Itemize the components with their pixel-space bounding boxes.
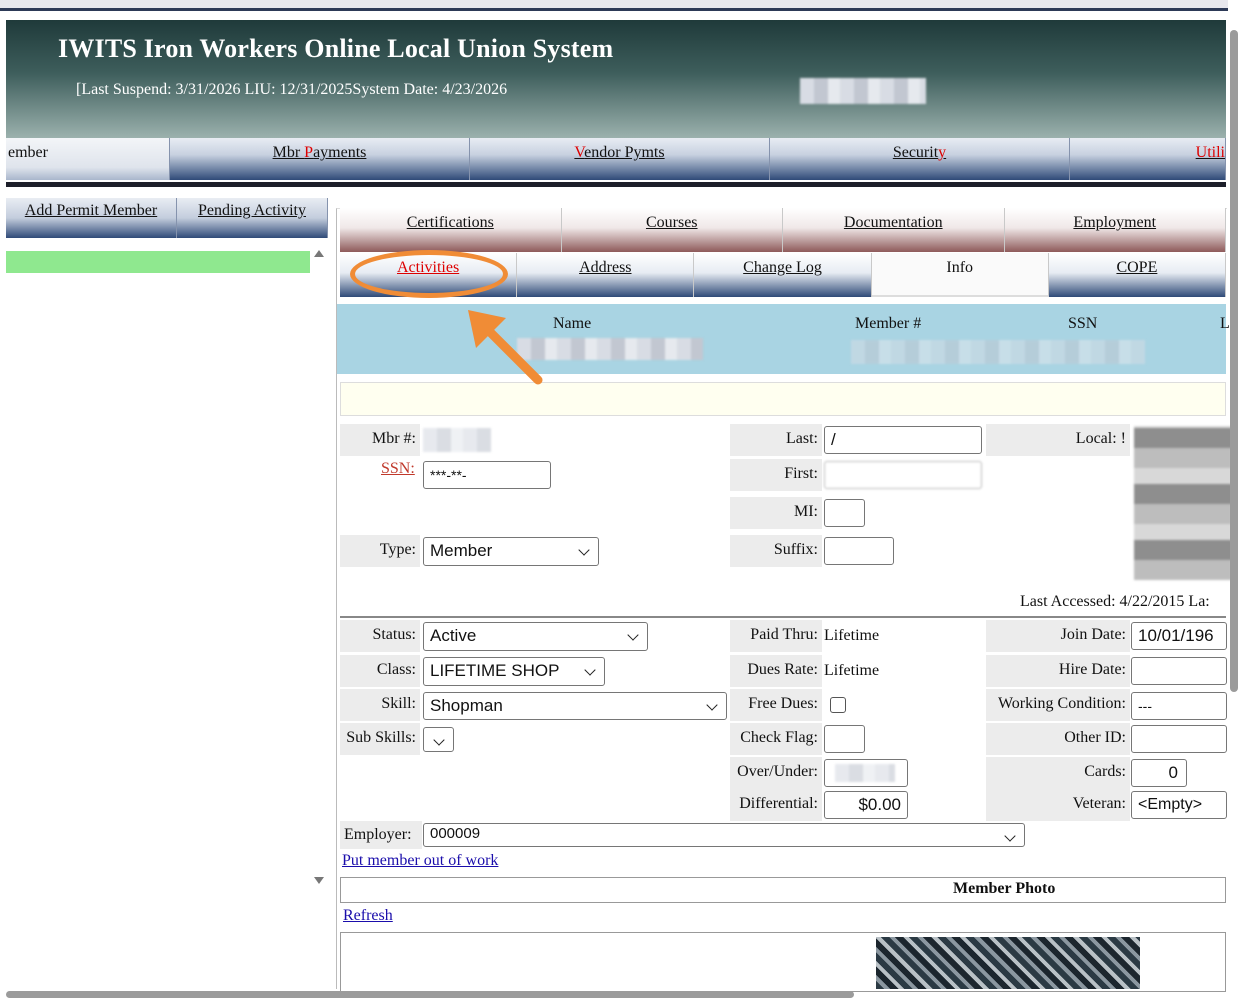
col-name: Name [553, 315, 592, 332]
cards-field[interactable]: 0 [1131, 759, 1187, 787]
put-out-of-work-link[interactable]: Put member out of work [342, 846, 498, 876]
first-label: First: [730, 459, 822, 491]
col-member-no: Member # [855, 315, 922, 332]
tab-cope[interactable]: COPE [1048, 253, 1227, 297]
class-label: Class: [340, 655, 420, 687]
cards-label: Cards: [986, 757, 1130, 789]
redacted-member-info [851, 340, 1145, 364]
mbr-payments-link[interactable]: Mbr Payments [273, 144, 367, 161]
sub-skills-select[interactable] [423, 727, 454, 752]
suffix-label: Suffix: [730, 535, 822, 567]
check-flag-field[interactable] [824, 725, 865, 753]
detail-tabs-row-1: Certifications Courses Documentation Emp… [340, 208, 1226, 252]
member-photo [876, 937, 1140, 989]
section-divider [340, 616, 1226, 618]
free-dues-label: Free Dues: [730, 689, 822, 721]
app-header: IWITS Iron Workers Online Local Union Sy… [6, 20, 1226, 138]
nav-tab-utilities[interactable]: Utili [1070, 138, 1226, 180]
app-title: IWITS Iron Workers Online Local Union Sy… [58, 34, 614, 63]
local-label: Local: ! [986, 424, 1130, 456]
differential-field[interactable]: $0.00 [824, 791, 908, 819]
vertical-scrollbar[interactable] [1230, 30, 1238, 692]
last-label: Last: [730, 424, 822, 456]
ssn-label[interactable]: SSN: [381, 454, 415, 484]
highlight-ellipse [350, 250, 508, 298]
mi-field[interactable] [824, 499, 865, 527]
system-dates: [Last Suspend: 3/31/2026 LIU: 12/31/2025… [76, 81, 508, 98]
first-name-field[interactable] [824, 461, 982, 489]
redacted-user-info [800, 78, 926, 104]
check-flag-label: Check Flag: [730, 723, 822, 755]
skill-select[interactable]: Shopman [423, 692, 727, 720]
dues-rate-value: Lifetime [824, 662, 880, 679]
other-id-label: Other ID: [986, 723, 1130, 755]
sub-skills-label: Sub Skills: [340, 723, 420, 755]
mi-label: MI: [730, 497, 822, 529]
tab-documentation[interactable]: Documentation [783, 208, 1005, 252]
tab-certifications[interactable]: Certifications [340, 208, 562, 252]
hire-date-label: Hire Date: [986, 655, 1130, 687]
skill-label: Skill: [340, 689, 420, 721]
member-id-photo-blurred [1134, 426, 1232, 580]
horizontal-scrollbar[interactable] [6, 991, 854, 998]
type-label: Type: [340, 535, 420, 567]
col-last: L [1220, 315, 1230, 332]
tab-change-log[interactable]: Change Log [694, 253, 872, 297]
last-accessed: Last Accessed: 4/22/2015 La: [1020, 593, 1210, 610]
status-label: Status: [340, 620, 420, 652]
vendor-pymts-link[interactable]: Vendor Pymts [574, 144, 664, 161]
mbr-no-value [423, 428, 491, 452]
other-id-field[interactable] [1131, 725, 1227, 753]
paid-thru-label: Paid Thru: [730, 620, 822, 652]
scroll-up-icon[interactable] [314, 250, 324, 257]
working-condition-label: Working Condition: [986, 689, 1130, 721]
left-tab-add-permit-member[interactable]: Add Permit Member [6, 198, 177, 238]
ssn-field[interactable]: ***-**- [423, 461, 551, 489]
window-top-bar [0, 0, 1228, 11]
paid-thru-value: Lifetime [824, 627, 880, 644]
free-dues-checkbox[interactable] [830, 697, 846, 713]
working-condition-select[interactable]: --- [1131, 692, 1227, 720]
member-photo-header: Member Photo [340, 877, 1226, 903]
join-date-field[interactable]: 10/01/196 [1131, 622, 1227, 650]
tab-employment[interactable]: Employment [1004, 208, 1226, 252]
scroll-down-icon[interactable] [314, 877, 324, 884]
type-select[interactable]: Member [423, 537, 599, 566]
employer-select[interactable]: 000009 [423, 823, 1025, 847]
utilities-link[interactable]: Utili [1196, 144, 1225, 161]
tab-address[interactable]: Address [517, 253, 695, 297]
tab-courses[interactable]: Courses [561, 208, 783, 252]
suffix-field[interactable] [824, 537, 894, 565]
left-tab-pending-activity[interactable]: Pending Activity [177, 198, 328, 238]
mbr-no-label: Mbr #: [340, 424, 420, 456]
employer-label: Employer: [340, 821, 422, 849]
join-date-label: Join Date: [986, 620, 1130, 652]
security-link[interactable]: Security [893, 144, 946, 161]
veteran-select[interactable]: <Empty> [1131, 791, 1227, 819]
tab-info[interactable]: Info [871, 253, 1049, 297]
hire-date-field[interactable] [1131, 657, 1227, 685]
main-nav: ember Mbr Payments Vendor Pymts Security… [6, 138, 1226, 187]
veteran-label: Veteran: [986, 789, 1130, 821]
nav-tab-security[interactable]: Security [770, 138, 1070, 180]
col-ssn: SSN [1068, 315, 1098, 332]
refresh-link[interactable]: Refresh [343, 901, 393, 931]
nav-tab-vendor-pymts[interactable]: Vendor Pymts [470, 138, 770, 180]
over-under-label: Over/Under: [730, 757, 822, 789]
nav-tab-mbr-payments[interactable]: Mbr Payments [170, 138, 470, 180]
status-select[interactable]: Active [423, 622, 648, 651]
last-name-field[interactable]: / [824, 426, 982, 454]
left-nav: Add Permit Member Pending Activity [6, 198, 328, 238]
pointer-arrow-icon [468, 310, 543, 385]
class-select[interactable]: LIFETIME SHOP [423, 657, 605, 686]
selected-member-row[interactable] [6, 251, 310, 273]
nav-tab-member[interactable]: ember [6, 138, 170, 180]
dues-rate-label: Dues Rate: [730, 655, 822, 687]
over-under-field[interactable] [824, 759, 908, 787]
differential-label: Differential: [730, 789, 822, 821]
